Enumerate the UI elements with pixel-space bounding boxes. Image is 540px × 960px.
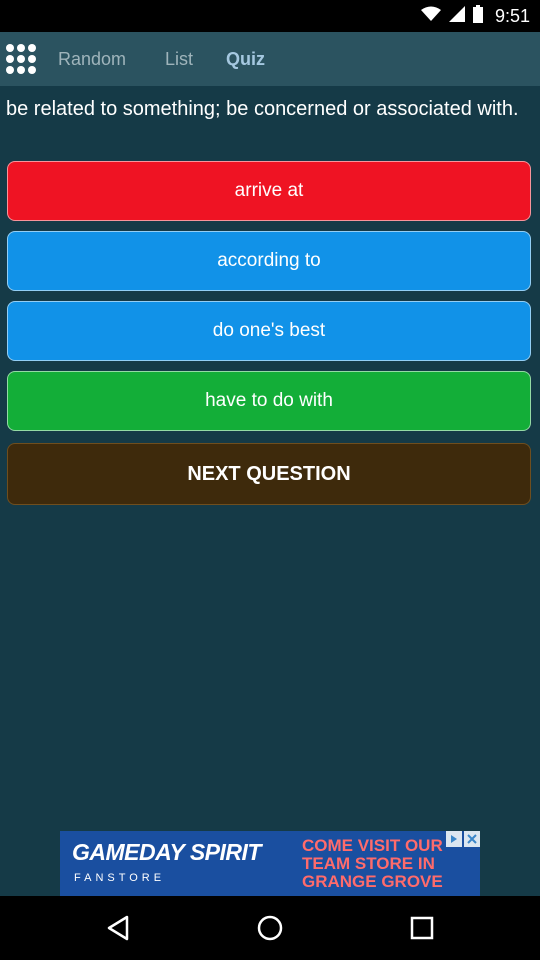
answer-option-3[interactable]: do one's best [7,301,531,361]
status-icons: 9:51 [420,0,530,32]
recents-icon[interactable] [408,914,436,942]
status-bar: 9:51 [0,0,540,32]
system-nav-bar [0,896,540,960]
grid-menu-icon[interactable] [4,42,38,76]
home-icon[interactable] [256,914,284,942]
next-question-button[interactable]: NEXT QUESTION [7,443,531,505]
answer-option-4[interactable]: have to do with [7,371,531,431]
ad-info-icon[interactable] [446,831,462,847]
ad-brand: GAMEDAY SPIRIT [72,839,261,865]
ad-banner[interactable]: GAMEDAY SPIRIT FANSTORE COME VISIT OUR T… [60,831,480,896]
status-time: 9:51 [494,5,530,26]
ad-controls [446,831,480,847]
cellular-signal-icon [448,5,465,27]
top-app-bar: Random List Quiz [0,32,540,86]
ad-close-icon[interactable] [464,831,480,847]
tab-quiz[interactable]: Quiz [226,32,265,86]
back-icon[interactable] [104,914,132,942]
question-text: be related to something; be concerned or… [6,98,519,120]
ad-brand-sub: FANSTORE [74,872,166,884]
battery-icon [472,4,483,28]
wifi-icon [420,6,441,27]
tab-random[interactable]: Random [58,32,126,86]
answer-option-1[interactable]: arrive at [7,161,531,221]
answer-option-2[interactable]: according to [7,231,531,291]
tab-list[interactable]: List [165,32,193,86]
